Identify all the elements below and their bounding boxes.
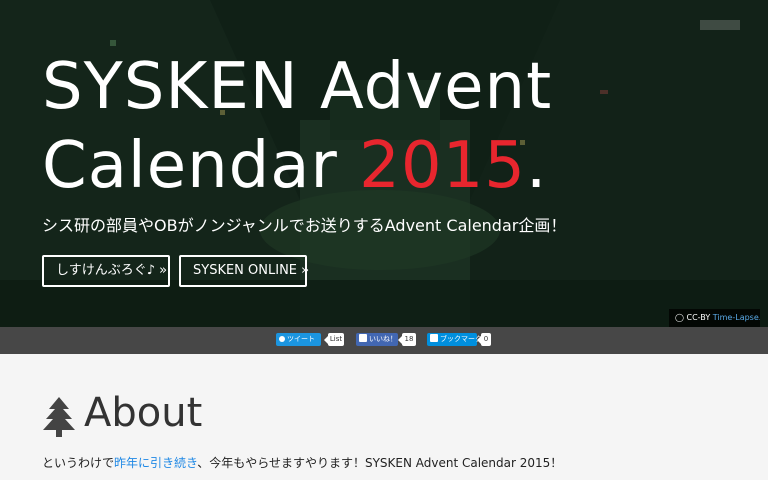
about-title: About <box>84 390 203 436</box>
hatena-count: 0 <box>477 333 491 346</box>
pine-tree-icon <box>43 397 75 437</box>
hero-subtitle: シス研の部員やOBがノンジャンルでお送りするAdvent Calendar企画！ <box>42 216 567 235</box>
blog-button[interactable]: しすけんぶろぐ♪ » <box>42 255 170 287</box>
hero-title: SYSKEN Advent Calendar 2015. <box>42 48 552 206</box>
photo-credit: ◯ CC-BY Time-Lapse.pl <box>669 309 760 327</box>
hatena-bookmark-button[interactable]: ブックマーク <box>427 333 482 346</box>
credit-prefix: CC-BY <box>686 313 711 322</box>
tweet-count[interactable]: List <box>324 333 344 346</box>
hatena-label: ブックマーク <box>440 335 482 343</box>
sysken-online-button[interactable]: SYSKEN ONLINE » <box>179 255 309 287</box>
hero-title-word: Calendar <box>42 129 338 203</box>
about-paragraph: というわけで昨年に引き続き、今年もやらせますやります！SYSKEN Advent… <box>42 454 562 471</box>
tweet-button[interactable]: ツイート <box>276 333 321 346</box>
hero-title-year: 2015 <box>359 129 526 203</box>
hero-section: SYSKEN Advent Calendar 2015. シス研の部員やOBがノ… <box>0 0 768 327</box>
credit-link[interactable]: Time-Lapse.pl <box>713 313 760 322</box>
hero-title-dot: . <box>526 129 548 203</box>
hero-title-line1: SYSKEN Advent <box>42 50 553 124</box>
hatena-icon <box>430 334 438 342</box>
about-text-before: というわけで <box>42 456 115 470</box>
like-label: いいね！ <box>369 335 397 343</box>
creative-commons-icon: ◯ <box>675 313 684 322</box>
previous-year-link[interactable]: 昨年に引き続き <box>114 456 197 470</box>
like-count: 18 <box>398 333 416 346</box>
about-text-after: 、今年もやらせますやります！SYSKEN Advent Calendar 201… <box>197 456 563 470</box>
twitter-icon <box>279 336 285 342</box>
facebook-like-button[interactable]: いいね！ <box>356 333 398 346</box>
tweet-label: ツイート <box>287 335 315 343</box>
share-bar: ツイート List いいね！ 18 ブックマーク 0 <box>0 327 768 354</box>
facebook-icon <box>359 334 367 342</box>
